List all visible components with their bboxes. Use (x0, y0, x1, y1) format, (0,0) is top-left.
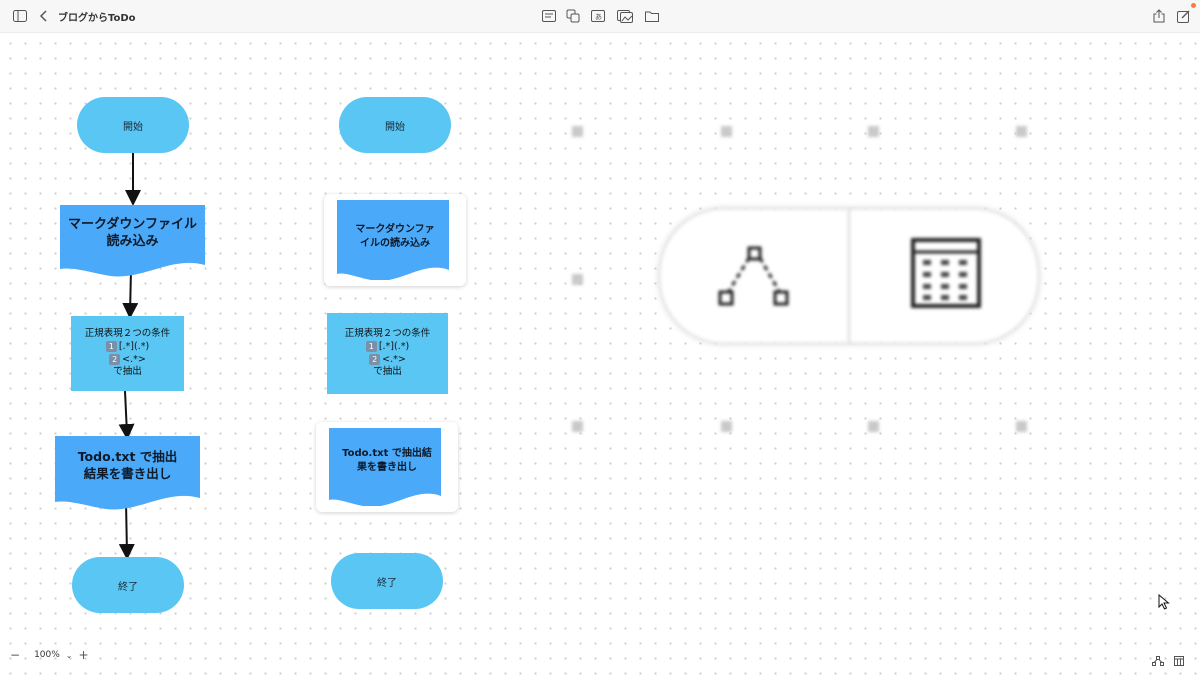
zoom-level[interactable]: 100% (34, 650, 60, 660)
selection-handle[interactable] (721, 126, 732, 137)
connector-arrow (118, 390, 135, 440)
write-todo-card[interactable]: Todo.txt で抽出結 果を書き出し (316, 422, 458, 512)
diagram-icon[interactable] (1152, 651, 1164, 670)
selection-handle[interactable] (1016, 421, 1027, 432)
regex-pattern-1: [.*](.*) (378, 340, 410, 352)
read-label-line1: マークダウンファ (355, 224, 435, 235)
diagram-icon[interactable] (717, 246, 793, 312)
regex-extract-label: で抽出 (113, 366, 142, 378)
selection-handle[interactable] (572, 126, 583, 137)
selection-handle[interactable] (721, 421, 732, 432)
start-label: 開始 (123, 121, 143, 133)
selection-handle[interactable] (572, 274, 583, 285)
mouse-cursor (1158, 593, 1170, 614)
read-label-line1: マークダウンファイル (67, 217, 198, 232)
number-1-icon: 1 (365, 340, 377, 352)
write-label-line1: Todo.txt で抽出結 (342, 448, 432, 459)
write-label-line1: Todo.txt で抽出 (77, 449, 178, 464)
zoomed-selection (570, 125, 1040, 435)
regex-title: 正規表現２つの条件 (344, 327, 431, 339)
selection-handle[interactable] (868, 421, 879, 432)
read-label-line2: 読み込み (106, 234, 159, 249)
regex-extract-label: で抽出 (373, 366, 402, 378)
chevron-down-icon[interactable]: ⌄ (66, 651, 73, 660)
regex-title: 正規表現２つの条件 (84, 327, 171, 339)
divider (848, 210, 850, 342)
read-label-line2: イルの読み込み (360, 238, 430, 249)
selection-handle[interactable] (868, 126, 879, 137)
read-file-card[interactable]: マークダウンファ イルの読み込み (324, 194, 466, 286)
regex-node[interactable]: 正規表現２つの条件 1 [.*](.*) 2 <.*> で抽出 (71, 316, 184, 391)
table-grid-icon[interactable] (911, 238, 981, 312)
selection-handle[interactable] (1016, 126, 1027, 137)
read-file-node[interactable]: マークダウンファイル 読み込み (60, 205, 205, 278)
selection-handle[interactable] (572, 421, 583, 432)
write-label-line2: 果を書き出し (357, 462, 417, 473)
table-grid-icon[interactable] (1174, 651, 1184, 670)
shape-type-popover (658, 207, 1040, 345)
write-todo-node[interactable]: Todo.txt で抽出 結果を書き出し (55, 436, 200, 510)
zoom-in-button[interactable]: + (79, 648, 89, 662)
start-label: 開始 (385, 121, 405, 133)
end-label: 終了 (118, 581, 138, 593)
zoom-out-button[interactable]: − (10, 648, 20, 662)
number-1-icon: 1 (105, 340, 117, 352)
regex-node[interactable]: 正規表現２つの条件 1 [.*](.*) 2 <.*> で抽出 (327, 313, 448, 394)
regex-pattern-2: <.*> (382, 353, 406, 365)
regex-pattern-1: [.*](.*) (118, 340, 150, 352)
write-label-line2: 結果を書き出し (83, 466, 172, 481)
end-node[interactable]: 終了 (72, 557, 184, 613)
start-node[interactable]: 開始 (77, 97, 189, 153)
end-label: 終了 (377, 577, 397, 589)
end-node[interactable]: 終了 (331, 553, 443, 609)
number-2-icon: 2 (109, 353, 121, 365)
zoom-control: − 100% ⌄ + (10, 645, 89, 665)
regex-pattern-2: <.*> (122, 353, 146, 365)
start-node[interactable]: 開始 (339, 97, 451, 153)
number-2-icon: 2 (369, 353, 381, 365)
